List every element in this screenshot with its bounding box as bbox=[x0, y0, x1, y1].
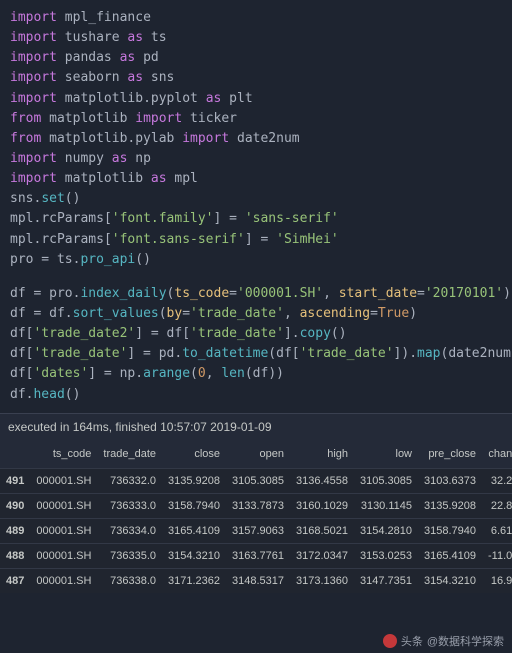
dataframe-table: ts_codetrade_datecloseopenhighlowpre_clo… bbox=[0, 440, 512, 593]
code-line: df = pro.index_daily(ts_code='000001.SH'… bbox=[10, 284, 502, 304]
table-row[interactable]: 488000001.SH736335.03154.32103163.776131… bbox=[0, 543, 512, 568]
table-header-cell: close bbox=[162, 440, 226, 469]
table-cell: 3147.7351 bbox=[354, 568, 418, 593]
table-cell: 488 bbox=[0, 543, 30, 568]
code-line: import numpy as np bbox=[10, 149, 502, 169]
table-cell: 3165.4109 bbox=[418, 543, 482, 568]
table-cell: 491 bbox=[0, 468, 30, 493]
table-row[interactable]: 490000001.SH736333.03158.79403133.787331… bbox=[0, 493, 512, 518]
table-row[interactable]: 491000001.SH736332.03135.92083105.308531… bbox=[0, 468, 512, 493]
watermark-suffix: @数据科学探索 bbox=[427, 633, 504, 649]
table-cell: 000001.SH bbox=[30, 493, 97, 518]
table-header-cell bbox=[0, 440, 30, 469]
table-cell: 3163.7761 bbox=[226, 543, 290, 568]
table-cell: 3136.4558 bbox=[290, 468, 354, 493]
table-cell: -11.0 bbox=[482, 543, 512, 568]
table-header-cell: low bbox=[354, 440, 418, 469]
code-line: df = df.sort_values(by='trade_date', asc… bbox=[10, 304, 502, 324]
table-cell: 3105.3085 bbox=[354, 468, 418, 493]
table-cell: 736332.0 bbox=[97, 468, 162, 493]
code-line: from matplotlib.pylab import date2num bbox=[10, 129, 502, 149]
code-line: df['trade_date'] = pd.to_datetime(df['tr… bbox=[10, 344, 502, 364]
table-cell: 3154.3210 bbox=[418, 568, 482, 593]
table-cell: 3133.7873 bbox=[226, 493, 290, 518]
code-cell[interactable]: import mpl_finance import tushare as ts … bbox=[0, 0, 512, 413]
watermark: 头条 @数据科学探索 bbox=[383, 633, 504, 649]
table-header-cell: high bbox=[290, 440, 354, 469]
code-line: mpl.rcParams['font.sans-serif'] = 'SimHe… bbox=[10, 230, 502, 250]
table-cell: 22.8 bbox=[482, 493, 512, 518]
table-header-cell: trade_date bbox=[97, 440, 162, 469]
table-cell: 000001.SH bbox=[30, 518, 97, 543]
code-line: import pandas as pd bbox=[10, 48, 502, 68]
table-cell: 3158.7940 bbox=[162, 493, 226, 518]
table-cell: 489 bbox=[0, 518, 30, 543]
table-cell: 3157.9063 bbox=[226, 518, 290, 543]
table-cell: 736335.0 bbox=[97, 543, 162, 568]
table-cell: 487 bbox=[0, 568, 30, 593]
table-cell: 16.9 bbox=[482, 568, 512, 593]
table-header-cell: pre_close bbox=[418, 440, 482, 469]
toutiao-logo-icon bbox=[383, 634, 397, 648]
table-cell: 3154.2810 bbox=[354, 518, 418, 543]
code-line: from matplotlib import ticker bbox=[10, 109, 502, 129]
table-cell: 3171.2362 bbox=[162, 568, 226, 593]
table-cell: 6.61 bbox=[482, 518, 512, 543]
table-header-cell: ts_code bbox=[30, 440, 97, 469]
table-cell: 736338.0 bbox=[97, 568, 162, 593]
table-header-row: ts_codetrade_datecloseopenhighlowpre_clo… bbox=[0, 440, 512, 469]
table-cell: 3130.1145 bbox=[354, 493, 418, 518]
blank-line bbox=[10, 270, 502, 284]
table-cell: 000001.SH bbox=[30, 543, 97, 568]
code-line: import tushare as ts bbox=[10, 28, 502, 48]
watermark-prefix: 头条 bbox=[401, 633, 423, 649]
code-line: df.head() bbox=[10, 385, 502, 405]
code-line: import mpl_finance bbox=[10, 8, 502, 28]
code-line: import matplotlib as mpl bbox=[10, 169, 502, 189]
code-line: mpl.rcParams['font.family'] = 'sans-seri… bbox=[10, 209, 502, 229]
table-cell: 3103.6373 bbox=[418, 468, 482, 493]
table-cell: 3172.0347 bbox=[290, 543, 354, 568]
code-line: df['trade_date2'] = df['trade_date'].cop… bbox=[10, 324, 502, 344]
table-header-cell: open bbox=[226, 440, 290, 469]
table-header-cell: chan bbox=[482, 440, 512, 469]
table-cell: 000001.SH bbox=[30, 468, 97, 493]
code-line: import seaborn as sns bbox=[10, 68, 502, 88]
output-table[interactable]: ts_codetrade_datecloseopenhighlowpre_clo… bbox=[0, 440, 512, 593]
table-cell: 3135.9208 bbox=[418, 493, 482, 518]
execution-status: executed in 164ms, finished 10:57:07 201… bbox=[0, 413, 512, 440]
table-cell: 490 bbox=[0, 493, 30, 518]
table-cell: 3135.9208 bbox=[162, 468, 226, 493]
table-cell: 3165.4109 bbox=[162, 518, 226, 543]
table-row[interactable]: 487000001.SH736338.03171.23623148.531731… bbox=[0, 568, 512, 593]
table-cell: 000001.SH bbox=[30, 568, 97, 593]
table-cell: 32.2 bbox=[482, 468, 512, 493]
table-cell: 3105.3085 bbox=[226, 468, 290, 493]
table-cell: 3148.5317 bbox=[226, 568, 290, 593]
table-cell: 736333.0 bbox=[97, 493, 162, 518]
table-cell: 3154.3210 bbox=[162, 543, 226, 568]
table-cell: 3160.1029 bbox=[290, 493, 354, 518]
table-row[interactable]: 489000001.SH736334.03165.41093157.906331… bbox=[0, 518, 512, 543]
code-line: import matplotlib.pyplot as plt bbox=[10, 89, 502, 109]
table-cell: 3173.1360 bbox=[290, 568, 354, 593]
execution-status-text: executed in 164ms, finished 10:57:07 201… bbox=[8, 420, 272, 434]
code-line: df['dates'] = np.arange(0, len(df)) bbox=[10, 364, 502, 384]
code-line: sns.set() bbox=[10, 189, 502, 209]
code-line: pro = ts.pro_api() bbox=[10, 250, 502, 270]
table-cell: 3168.5021 bbox=[290, 518, 354, 543]
table-cell: 3158.7940 bbox=[418, 518, 482, 543]
table-body: 491000001.SH736332.03135.92083105.308531… bbox=[0, 468, 512, 593]
table-cell: 736334.0 bbox=[97, 518, 162, 543]
table-cell: 3153.0253 bbox=[354, 543, 418, 568]
